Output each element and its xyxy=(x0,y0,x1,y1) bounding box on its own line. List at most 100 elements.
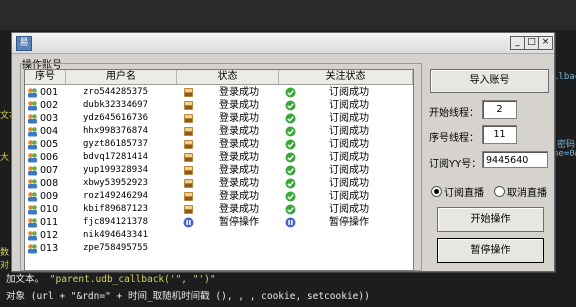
cell-state: 登录成功 xyxy=(183,86,287,99)
import-accounts-button[interactable]: 导入账号 xyxy=(430,69,549,93)
cell-username: yup199328934 xyxy=(83,165,149,175)
column-header-username[interactable]: 用户名 xyxy=(66,70,177,84)
side-snippet: 数 xyxy=(0,248,10,258)
user-icon xyxy=(27,126,38,137)
cell-id: 001 xyxy=(26,86,72,99)
radio-subscribe[interactable] xyxy=(431,186,442,197)
table-row[interactable]: 011 fjc894121378 暂停操作 暂停操作 xyxy=(25,216,413,229)
check-icon xyxy=(285,113,296,124)
cell-state: 暂停操作 xyxy=(183,216,287,229)
table-row[interactable]: 009 roz149246294 登录成功 订阅成功 xyxy=(25,190,413,203)
cell-follow: 订阅成功 xyxy=(285,203,413,216)
pause-icon xyxy=(285,217,296,228)
cell-state: 登录成功 xyxy=(183,177,287,190)
cell-username: nik494643341 xyxy=(83,230,149,240)
table-row[interactable]: 012 nik494643341 xyxy=(25,229,413,242)
cell-id: 009 xyxy=(26,190,72,203)
cell-state: 登录成功 xyxy=(183,138,287,151)
state-text: 登录成功 xyxy=(219,87,259,98)
status-icon xyxy=(183,204,194,215)
start-thread-label: 开始线程： xyxy=(429,108,479,119)
radio-subscribe-label[interactable]: 订阅直播 xyxy=(444,184,484,199)
subscribe-yy-input[interactable]: 9445640 xyxy=(482,151,548,168)
follow-text: 订阅成功 xyxy=(329,204,369,215)
table-row[interactable]: 005 gyzt86185737 登录成功 订阅成功 xyxy=(25,138,413,151)
radio-cancel[interactable] xyxy=(494,186,505,197)
maximize-button[interactable]: □ xyxy=(524,36,539,50)
state-text: 暂停操作 xyxy=(219,217,259,228)
account-list[interactable]: 序号 用户名 状态 关注状态 001 zro544285375 登录成功 订阅成功 00… xyxy=(24,69,414,271)
cell-state: 登录成功 xyxy=(183,190,287,203)
cell-username: kbif89687123 xyxy=(83,204,149,214)
cell-follow: 暂停操作 xyxy=(285,216,413,229)
pause-operation-button[interactable]: 暂停操作 xyxy=(437,238,544,263)
status-icon xyxy=(183,139,194,150)
table-row[interactable]: 008 xbwy53952923 登录成功 订阅成功 xyxy=(25,177,413,190)
state-text: 登录成功 xyxy=(219,126,259,137)
minimize-button[interactable]: _ xyxy=(510,36,525,50)
row-id: 002 xyxy=(40,100,59,111)
app-window: 易 _ □ × 操作账号 序号 用户名 状态 关注状态 001 zro544285… xyxy=(11,32,555,272)
side-snippet: ne=0& xyxy=(553,149,576,159)
cell-state: 登录成功 xyxy=(183,99,287,112)
state-text: 登录成功 xyxy=(219,178,259,189)
cell-username: dubk32334697 xyxy=(83,100,149,110)
radio-cancel-label[interactable]: 取消直播 xyxy=(507,184,547,199)
user-icon xyxy=(27,243,38,254)
follow-text: 订阅成功 xyxy=(329,113,369,124)
user-icon xyxy=(27,217,38,228)
user-icon xyxy=(27,191,38,202)
cell-username: zro544285375 xyxy=(83,87,149,97)
follow-text: 订阅成功 xyxy=(329,126,369,137)
user-icon xyxy=(27,100,38,111)
check-icon xyxy=(285,87,296,98)
column-header-state[interactable]: 状态 xyxy=(177,70,279,84)
column-header-follow[interactable]: 关注状态 xyxy=(279,70,413,84)
user-icon xyxy=(27,178,38,189)
user-icon xyxy=(27,204,38,215)
cell-follow: 订阅成功 xyxy=(285,125,413,138)
user-icon xyxy=(27,165,38,176)
check-icon xyxy=(285,165,296,176)
list-header: 序号 用户名 状态 关注状态 xyxy=(25,70,413,85)
cell-id: 002 xyxy=(26,99,72,112)
cell-follow: 订阅成功 xyxy=(285,112,413,125)
follow-text: 暂停操作 xyxy=(329,217,369,228)
side-snippet: 对 xyxy=(0,261,10,271)
user-icon xyxy=(27,230,38,241)
close-button[interactable]: × xyxy=(538,36,553,50)
follow-text: 订阅成功 xyxy=(329,100,369,111)
status-icon xyxy=(183,87,194,98)
row-id: 011 xyxy=(40,217,59,228)
table-row[interactable]: 007 yup199328934 登录成功 订阅成功 xyxy=(25,164,413,177)
table-row[interactable]: 004 hhx998376874 登录成功 订阅成功 xyxy=(25,125,413,138)
table-row[interactable]: 003 ydz645616736 登录成功 订阅成功 xyxy=(25,112,413,125)
user-icon xyxy=(27,152,38,163)
cell-follow: 订阅成功 xyxy=(285,177,413,190)
follow-text: 订阅成功 xyxy=(329,139,369,150)
code-line: 加文本。 "parent.udb_callback('", "')" xyxy=(6,271,216,285)
seq-thread-input[interactable]: 11 xyxy=(482,125,517,144)
state-text: 登录成功 xyxy=(219,113,259,124)
cell-state: 登录成功 xyxy=(183,203,287,216)
cell-username: zpe758495755 xyxy=(83,243,149,253)
start-thread-input[interactable]: 2 xyxy=(482,100,517,119)
cell-username: xbwy53952923 xyxy=(83,178,149,188)
column-header-id[interactable]: 序号 xyxy=(25,70,66,84)
cell-id: 003 xyxy=(26,112,72,125)
cell-state: 登录成功 xyxy=(183,164,287,177)
table-row[interactable]: 001 zro544285375 登录成功 订阅成功 xyxy=(25,86,413,99)
check-icon xyxy=(285,178,296,189)
table-row[interactable]: 006 bdvq17281414 登录成功 订阅成功 xyxy=(25,151,413,164)
table-row[interactable]: 010 kbif89687123 登录成功 订阅成功 xyxy=(25,203,413,216)
start-operation-button[interactable]: 开始操作 xyxy=(437,207,544,232)
user-icon xyxy=(27,87,38,98)
state-text: 登录成功 xyxy=(219,191,259,202)
table-row[interactable]: 002 dubk32334697 登录成功 订阅成功 xyxy=(25,99,413,112)
cell-id: 011 xyxy=(26,216,72,229)
title-bar[interactable]: 易 _ □ × xyxy=(12,33,554,54)
cell-username: bdvq17281414 xyxy=(83,152,149,162)
cell-username: roz149246294 xyxy=(83,191,149,201)
table-row[interactable]: 013 zpe758495755 xyxy=(25,242,413,255)
row-id: 007 xyxy=(40,165,59,176)
